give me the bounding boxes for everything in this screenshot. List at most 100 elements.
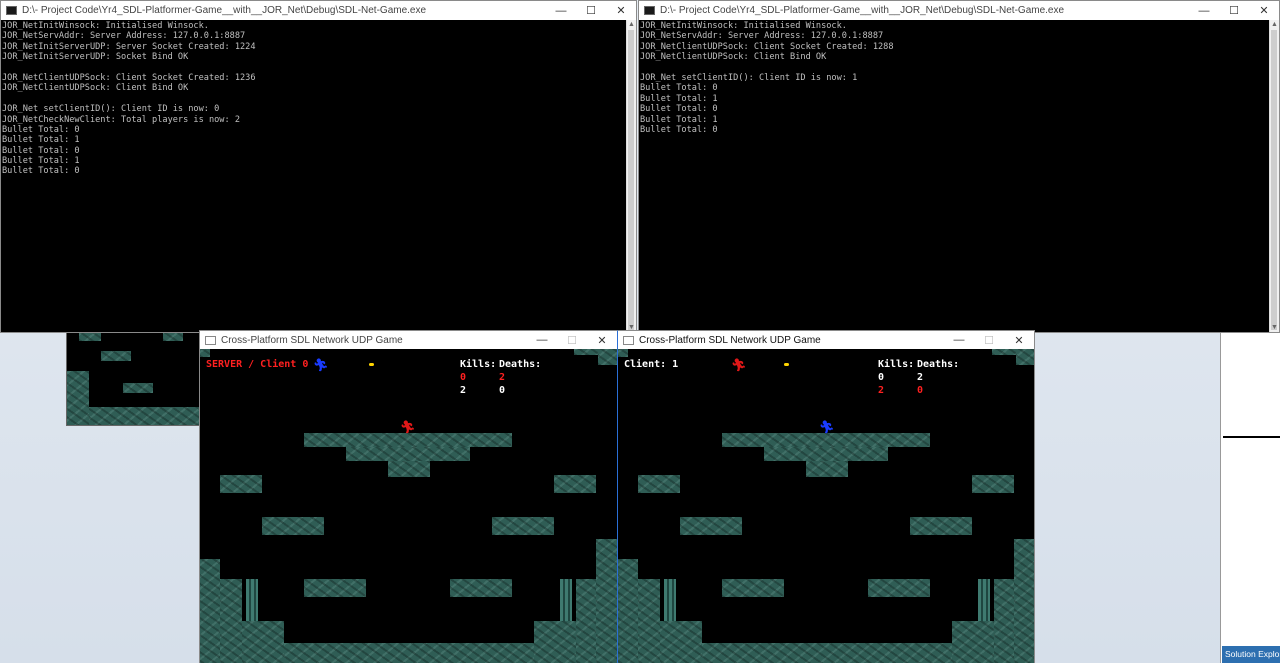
wall <box>534 621 576 663</box>
scroll-down-arrow-icon[interactable]: ▼ <box>1270 323 1279 332</box>
game-app-icon <box>205 335 216 345</box>
platform <box>910 517 972 535</box>
console-line: JOR_NetClientUDPSock: Client Socket Crea… <box>640 41 894 52</box>
maximize-button[interactable]: ☐ <box>1219 1 1249 20</box>
console-line: JOR_NetClientUDPSock: Client Bind OK <box>640 52 827 63</box>
minimize-button[interactable]: — <box>944 331 974 350</box>
red-player-running-figure-icon: 🏃︎ <box>731 358 747 372</box>
close-button[interactable]: ✕ <box>606 1 636 20</box>
console-line: Bullet Total: 0 <box>640 83 718 94</box>
title-bar[interactable]: Cross-Platform SDL Network UDP Game — ☐ … <box>200 331 617 349</box>
wall <box>994 579 1014 663</box>
bullet <box>784 363 789 366</box>
platform <box>450 579 512 597</box>
client-console-window[interactable]: D:\- Project Code\Yr4_SDL-Platformer-Gam… <box>638 0 1280 333</box>
close-button[interactable]: ✕ <box>1249 1 1279 20</box>
vertical-scrollbar[interactable]: ▲ ▼ <box>626 20 636 332</box>
title-bar[interactable]: D:\- Project Code\Yr4_SDL-Platformer-Gam… <box>1 1 636 20</box>
window-title: Cross-Platform SDL Network UDP Game <box>639 334 821 346</box>
console-line: Bullet Total: 1 <box>2 156 80 167</box>
platform <box>638 475 680 493</box>
window-title: D:\- Project Code\Yr4_SDL-Platformer-Gam… <box>22 5 427 16</box>
console-line: JOR_Net setClientID(): Client ID is now:… <box>640 72 858 83</box>
console-line: Bullet Total: 1 <box>2 135 80 146</box>
client-game-window[interactable]: Cross-Platform SDL Network UDP Game — ☐ … <box>617 330 1035 663</box>
console-line: Bullet Total: 0 <box>640 124 718 135</box>
console-line: Bullet Total: 0 <box>2 124 80 135</box>
platform <box>262 517 324 535</box>
ledge <box>992 349 1016 355</box>
platform <box>764 447 888 461</box>
minimize-button[interactable]: — <box>527 331 557 350</box>
platform <box>346 447 470 461</box>
deaths-header: Deaths: <box>917 359 960 370</box>
server-game-window[interactable]: Cross-Platform SDL Network UDP Game — ☐ … <box>199 330 618 663</box>
title-bar[interactable]: Cross-Platform SDL Network UDP Game — ☐ … <box>618 331 1034 349</box>
player0-kills: 0 <box>878 372 885 383</box>
scroll-up-arrow-icon[interactable]: ▲ <box>627 20 636 29</box>
kills-header: Kills: <box>878 359 915 370</box>
game-canvas[interactable]: SERVER / Client 0 🏃︎ Kills: Deaths: 0 2 … <box>200 349 617 663</box>
platform <box>492 517 554 535</box>
maximize-button[interactable]: ☐ <box>576 1 606 20</box>
console-line: JOR_NetClientUDPSock: Client Bind OK <box>2 83 189 94</box>
ledge <box>200 349 210 357</box>
pillar <box>246 579 258 621</box>
console-line: JOR_NetServAddr: Server Address: 127.0.0… <box>640 31 884 42</box>
pillar <box>978 579 990 621</box>
minimize-button[interactable]: — <box>546 1 576 20</box>
deaths-header: Deaths: <box>499 359 542 370</box>
divider <box>1223 436 1280 438</box>
scroll-up-arrow-icon[interactable]: ▲ <box>1270 20 1279 29</box>
wall <box>67 371 89 425</box>
player1-kills: 2 <box>878 385 885 396</box>
maximize-button[interactable]: ☐ <box>557 331 587 350</box>
ledge <box>1016 349 1034 365</box>
role-label: SERVER / Client 0 <box>206 359 309 370</box>
console-line: JOR_Net setClientID(): Client ID is now:… <box>2 104 220 115</box>
console-line: JOR_NetInitWinsock: Initialised Winsock. <box>640 21 847 31</box>
close-button[interactable]: ✕ <box>1004 331 1034 350</box>
console-line: JOR_NetInitServerUDP: Server Socket Crea… <box>2 41 256 52</box>
close-button[interactable]: ✕ <box>587 331 617 350</box>
floor <box>89 407 205 425</box>
blue-player-running-figure-icon: 🏃︎ <box>819 420 835 434</box>
solution-explorer-tab[interactable]: Solution Explorer <box>1222 646 1280 663</box>
red-player-running-figure-icon: 🏃︎ <box>400 420 416 434</box>
wall <box>220 579 242 663</box>
vertical-scrollbar[interactable]: ▲ ▼ <box>1269 20 1279 332</box>
platform <box>806 461 848 477</box>
server-console-window[interactable]: D:\- Project Code\Yr4_SDL-Platformer-Gam… <box>0 0 637 333</box>
platform <box>554 475 596 493</box>
scrollbar-thumb[interactable] <box>628 30 634 330</box>
console-line: JOR_NetServAddr: Server Address: 127.0.0… <box>2 31 246 42</box>
wall <box>200 559 220 663</box>
scrollbar-thumb[interactable] <box>1271 30 1277 330</box>
console-line: JOR_NetCheckNewClient: Total players is … <box>2 114 240 125</box>
blue-player-running-figure-icon: 🏃︎ <box>313 358 329 372</box>
platform <box>304 433 512 447</box>
console-output[interactable]: JOR_NetInitWinsock: Initialised Winsock.… <box>1 20 627 332</box>
pillar <box>664 579 676 621</box>
player1-deaths: 0 <box>499 385 506 396</box>
platform <box>388 461 430 477</box>
player0-deaths: 2 <box>499 372 506 383</box>
wall <box>576 579 596 663</box>
platform <box>304 579 366 597</box>
game-canvas[interactable]: Client: 1 🏃︎ Kills: Deaths: 0 2 2 0 🏃︎ <box>618 349 1034 663</box>
player1-kills: 2 <box>460 385 467 396</box>
console-output[interactable]: JOR_NetInitWinsock: Initialised Winsock.… <box>639 20 1270 332</box>
maximize-button[interactable]: ☐ <box>974 331 1004 350</box>
pillar <box>560 579 572 621</box>
platform <box>972 475 1014 493</box>
minimize-button[interactable]: — <box>1189 1 1219 20</box>
player0-kills: 0 <box>460 372 467 383</box>
window-title: Cross-Platform SDL Network UDP Game <box>221 334 403 346</box>
console-line: Bullet Total: 0 <box>2 145 80 156</box>
bullet <box>369 363 374 366</box>
title-bar[interactable]: D:\- Project Code\Yr4_SDL-Platformer-Gam… <box>639 1 1279 20</box>
window-title: D:\- Project Code\Yr4_SDL-Platformer-Gam… <box>660 5 1065 16</box>
floor <box>702 643 952 663</box>
